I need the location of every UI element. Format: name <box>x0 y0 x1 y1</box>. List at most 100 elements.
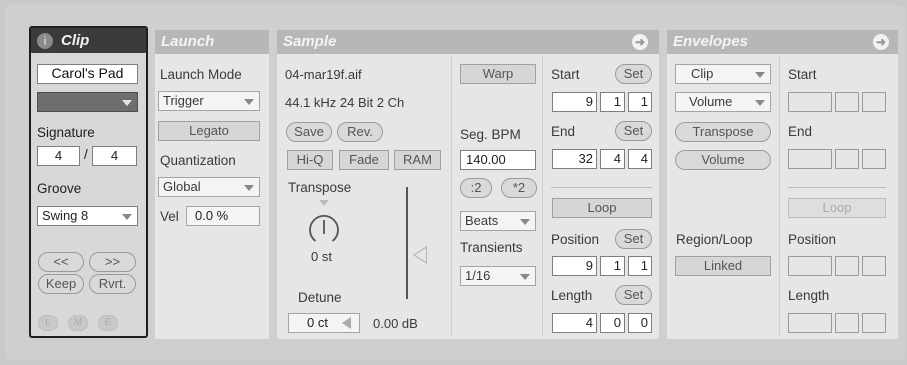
linked-button[interactable]: Linked <box>675 256 771 276</box>
nudge-forward-button[interactable]: >> <box>89 252 136 272</box>
hiq-button[interactable]: Hi-Q <box>287 150 333 170</box>
detune-value: 0 ct <box>307 315 328 330</box>
length-bar-field[interactable]: 4 <box>552 313 597 333</box>
launch-header: Launch <box>155 30 269 54</box>
signature-numerator[interactable]: 4 <box>37 146 80 166</box>
groove-dropdown[interactable]: Swing 8 <box>37 206 138 226</box>
envelope-end-beat-field[interactable] <box>835 149 859 169</box>
gain-value: 0.00 dB <box>373 316 418 331</box>
transients-dropdown[interactable]: 1/16 <box>460 266 536 286</box>
groove-value: Swing 8 <box>42 208 89 223</box>
envelope-position-sixteenth-field[interactable] <box>862 256 886 276</box>
envelopes-header: Envelopes <box>667 30 898 54</box>
clip-title: Clip <box>61 32 90 49</box>
envelope-start-bar-field[interactable] <box>788 92 832 112</box>
position-sixteenth-field[interactable]: 1 <box>628 256 652 276</box>
knob-pointer-icon <box>319 200 329 206</box>
start-sixteenth-field[interactable]: 1 <box>628 92 652 112</box>
transpose-knob[interactable] <box>296 196 358 248</box>
chevron-down-icon <box>244 99 254 105</box>
warp-button[interactable]: Warp <box>460 64 536 84</box>
loop-separator <box>551 187 652 188</box>
nudge-back-button[interactable]: << <box>38 252 84 272</box>
detune-arrow-icon <box>342 317 351 329</box>
envelope-end-sixteenth-field[interactable] <box>862 149 886 169</box>
show-sample-toggle[interactable]: M <box>68 315 88 331</box>
gain-slider-handle-inner <box>415 248 426 262</box>
double-tempo-button[interactable]: *2 <box>501 178 537 198</box>
detune-field[interactable]: 0 ct <box>288 313 360 333</box>
envelope-volume-button[interactable]: Volume <box>675 150 771 170</box>
ram-button[interactable]: RAM <box>394 150 441 170</box>
clip-name-field[interactable]: Carol's Pad <box>37 64 138 84</box>
envelopes-expand-icon[interactable]: ➜ <box>873 34 889 50</box>
signature-label: Signature <box>37 125 95 140</box>
loop-button[interactable]: Loop <box>552 198 652 218</box>
revert-button[interactable]: Rvrt. <box>89 274 136 294</box>
position-label: Position <box>551 232 600 247</box>
quantization-label: Quantization <box>160 153 236 168</box>
envelope-position-label: Position <box>788 232 837 247</box>
detune-label: Detune <box>298 290 342 305</box>
envelope-loop-button[interactable]: Loop <box>788 198 886 218</box>
envelope-position-beat-field[interactable] <box>835 256 859 276</box>
envelope-end-bar-field[interactable] <box>788 149 832 169</box>
launch-mode-dropdown[interactable]: Trigger <box>158 91 260 111</box>
chevron-down-icon <box>755 100 765 106</box>
start-beat-field[interactable]: 1 <box>600 92 625 112</box>
chevron-down-icon <box>122 214 132 220</box>
seg-bpm-field[interactable]: 140.00 <box>460 150 536 170</box>
envelope-transpose-button[interactable]: Transpose <box>675 122 771 142</box>
envelope-length-sixteenth-field[interactable] <box>862 313 886 333</box>
sample-divider-1 <box>451 56 452 336</box>
start-bar-field[interactable]: 9 <box>552 92 597 112</box>
envelope-control-dropdown[interactable]: Volume <box>675 92 771 112</box>
start-label: Start <box>551 67 580 82</box>
envelopes-divider <box>779 56 780 336</box>
transpose-label: Transpose <box>288 180 352 195</box>
start-set-button[interactable]: Set <box>615 64 652 84</box>
sample-header: Sample <box>277 30 659 54</box>
halve-tempo-button[interactable]: :2 <box>460 178 492 198</box>
length-beat-field[interactable]: 0 <box>600 313 625 333</box>
position-bar-field[interactable]: 9 <box>552 256 597 276</box>
envelope-length-beat-field[interactable] <box>835 313 859 333</box>
warp-mode-value: Beats <box>465 213 499 228</box>
envelope-start-beat-field[interactable] <box>835 92 859 112</box>
signature-denominator[interactable]: 4 <box>92 146 137 166</box>
envelope-position-bar-field[interactable] <box>788 256 832 276</box>
keep-button[interactable]: Keep <box>38 274 84 294</box>
launch-mode-label: Launch Mode <box>160 67 242 82</box>
end-bar-field[interactable]: 32 <box>552 149 597 169</box>
envelope-length-label: Length <box>788 288 830 303</box>
end-set-button[interactable]: Set <box>615 121 652 141</box>
reverse-button[interactable]: Rev. <box>337 122 383 142</box>
envelope-length-bar-field[interactable] <box>788 313 832 333</box>
warp-mode-dropdown[interactable]: Beats <box>460 211 536 231</box>
end-beat-field[interactable]: 4 <box>600 149 625 169</box>
sample-expand-icon[interactable]: ➜ <box>632 34 648 50</box>
launch-mode-value: Trigger <box>163 93 204 108</box>
clip-toggle-icon[interactable]: i <box>37 33 53 49</box>
length-label: Length <box>551 288 593 303</box>
show-envelopes-toggle[interactable]: E <box>98 315 118 331</box>
save-button[interactable]: Save <box>286 122 332 142</box>
transients-label: Transients <box>460 240 523 255</box>
fade-button[interactable]: Fade <box>339 150 389 170</box>
quantization-dropdown[interactable]: Global <box>158 177 260 197</box>
legato-button[interactable]: Legato <box>158 121 260 141</box>
length-set-button[interactable]: Set <box>615 285 652 305</box>
chevron-down-icon <box>244 185 254 191</box>
length-sixteenth-field[interactable]: 0 <box>628 313 652 333</box>
velocity-field[interactable]: 0.0 % <box>186 206 260 226</box>
chevron-down-icon <box>520 219 530 225</box>
envelope-source-dropdown[interactable]: Clip <box>675 64 771 84</box>
chevron-down-icon <box>122 100 132 106</box>
gain-slider-track[interactable] <box>406 187 408 299</box>
envelope-start-sixteenth-field[interactable] <box>862 92 886 112</box>
position-beat-field[interactable]: 1 <box>600 256 625 276</box>
position-set-button[interactable]: Set <box>615 229 652 249</box>
end-sixteenth-field[interactable]: 4 <box>628 149 652 169</box>
show-launch-toggle[interactable]: L <box>38 315 58 331</box>
clip-color-dropdown[interactable] <box>37 92 138 112</box>
